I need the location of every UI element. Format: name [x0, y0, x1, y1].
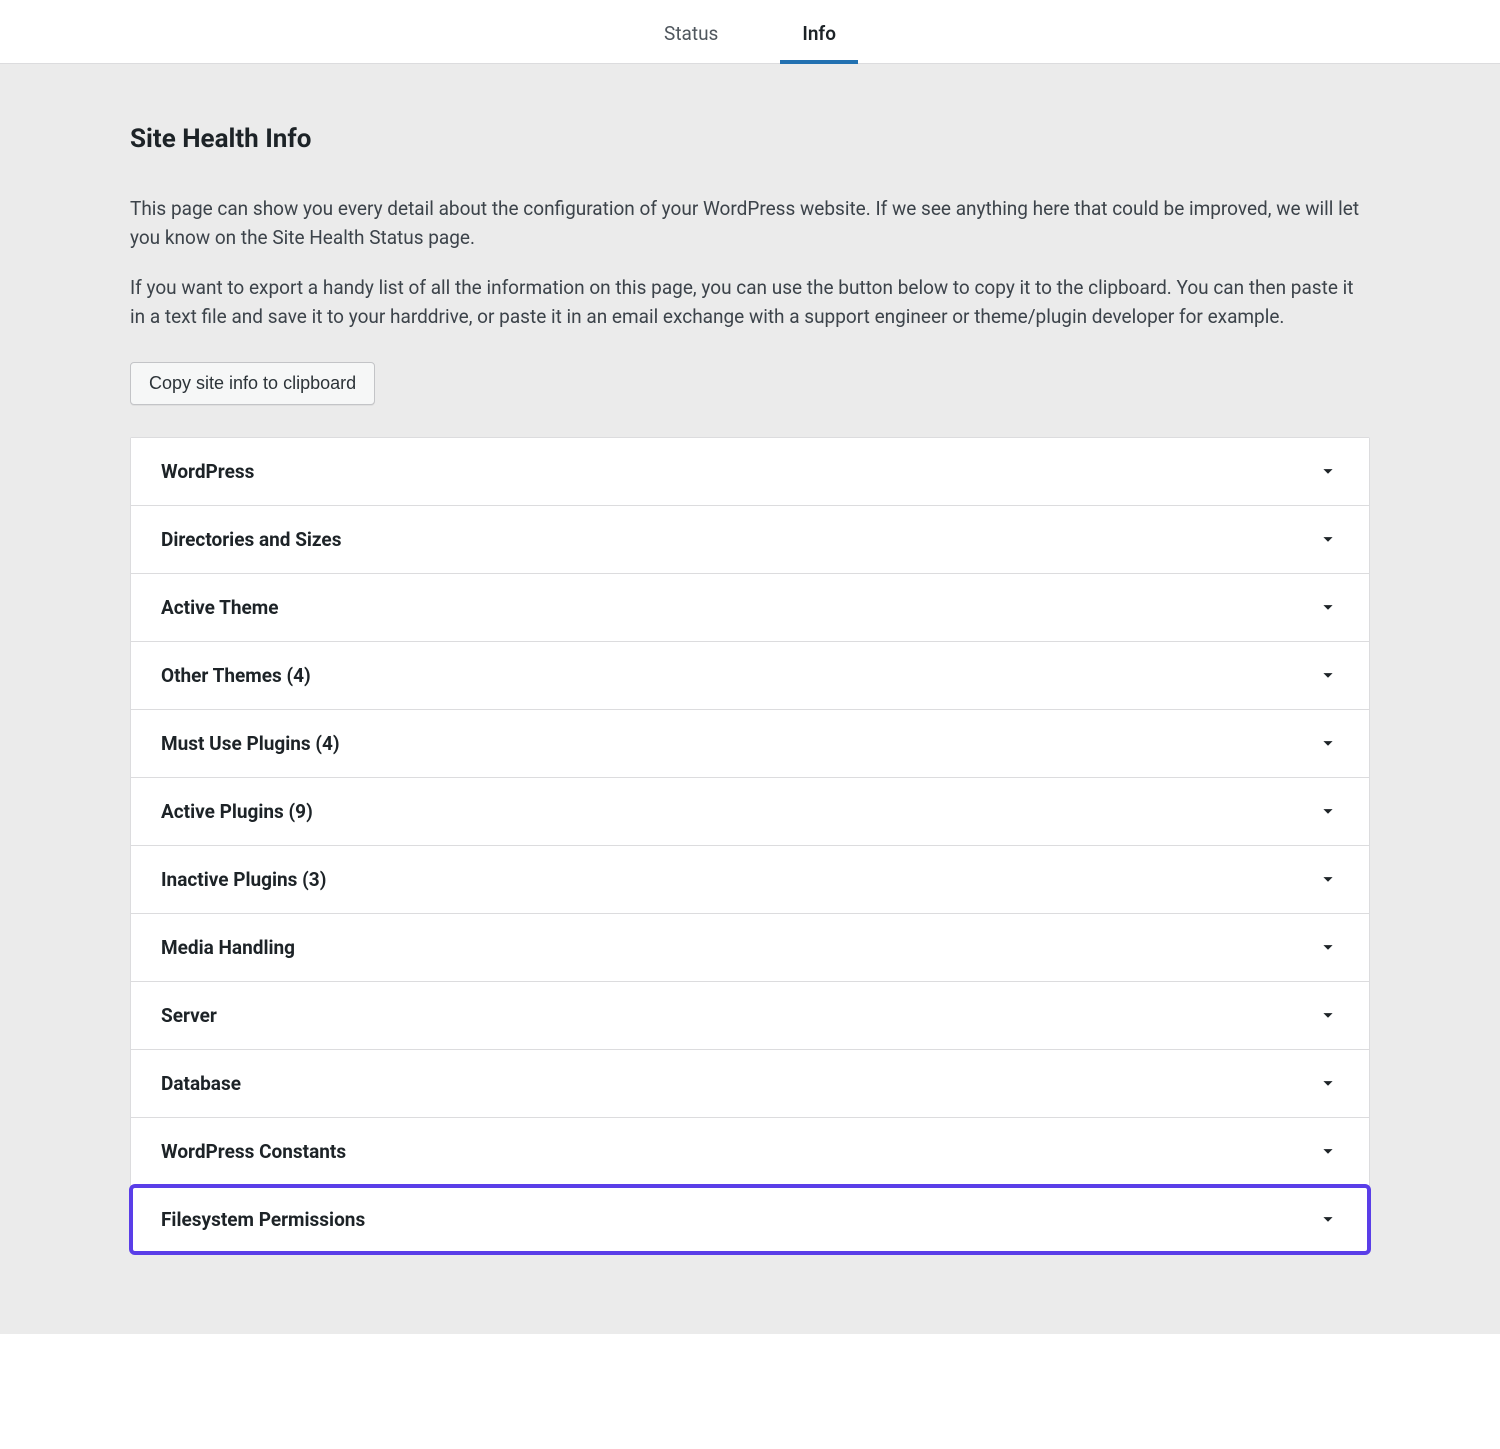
accordion-item-must-use-plugins[interactable]: Must Use Plugins (4): [131, 710, 1369, 778]
accordion-label: Must Use Plugins (4): [161, 732, 340, 755]
accordion-label: WordPress: [161, 460, 254, 483]
chevron-down-icon: [1317, 528, 1339, 550]
container: Site Health Info This page can show you …: [130, 124, 1370, 1254]
intro-paragraph-1: This page can show you every detail abou…: [130, 194, 1370, 253]
chevron-down-icon: [1317, 1140, 1339, 1162]
accordion-item-wordpress-constants[interactable]: WordPress Constants: [131, 1118, 1369, 1186]
chevron-down-icon: [1317, 800, 1339, 822]
chevron-down-icon: [1317, 664, 1339, 686]
accordion-label: Active Plugins (9): [161, 800, 313, 823]
accordion-item-filesystem-permissions[interactable]: Filesystem Permissions: [131, 1186, 1369, 1253]
accordion-item-inactive-plugins[interactable]: Inactive Plugins (3): [131, 846, 1369, 914]
page-title: Site Health Info: [130, 124, 1370, 154]
accordion-item-active-theme[interactable]: Active Theme: [131, 574, 1369, 642]
chevron-down-icon: [1317, 1072, 1339, 1094]
accordion-label: Directories and Sizes: [161, 528, 341, 551]
accordion-label: Database: [161, 1072, 241, 1095]
accordion-label: Filesystem Permissions: [161, 1208, 365, 1231]
chevron-down-icon: [1317, 1208, 1339, 1230]
accordion-item-wordpress[interactable]: WordPress: [131, 438, 1369, 506]
accordion-label: Active Theme: [161, 596, 279, 619]
accordion-item-database[interactable]: Database: [131, 1050, 1369, 1118]
tab-bar: Status Info: [0, 0, 1500, 64]
accordion-label: WordPress Constants: [161, 1140, 346, 1163]
chevron-down-icon: [1317, 868, 1339, 890]
copy-site-info-button[interactable]: Copy site info to clipboard: [130, 362, 375, 405]
accordion-item-media-handling[interactable]: Media Handling: [131, 914, 1369, 982]
accordion-label: Server: [161, 1004, 217, 1027]
intro-paragraph-2: If you want to export a handy list of al…: [130, 273, 1370, 332]
page-body: Site Health Info This page can show you …: [0, 64, 1500, 1334]
accordion-item-server[interactable]: Server: [131, 982, 1369, 1050]
accordion-item-other-themes[interactable]: Other Themes (4): [131, 642, 1369, 710]
chevron-down-icon: [1317, 460, 1339, 482]
chevron-down-icon: [1317, 596, 1339, 618]
tab-info[interactable]: Info: [790, 8, 848, 63]
chevron-down-icon: [1317, 732, 1339, 754]
accordion: WordPress Directories and Sizes Active T…: [130, 437, 1370, 1254]
accordion-label: Other Themes (4): [161, 664, 311, 687]
chevron-down-icon: [1317, 936, 1339, 958]
accordion-label: Media Handling: [161, 936, 295, 959]
accordion-item-directories-sizes[interactable]: Directories and Sizes: [131, 506, 1369, 574]
accordion-item-active-plugins[interactable]: Active Plugins (9): [131, 778, 1369, 846]
chevron-down-icon: [1317, 1004, 1339, 1026]
tab-status[interactable]: Status: [652, 8, 730, 63]
accordion-label: Inactive Plugins (3): [161, 868, 326, 891]
